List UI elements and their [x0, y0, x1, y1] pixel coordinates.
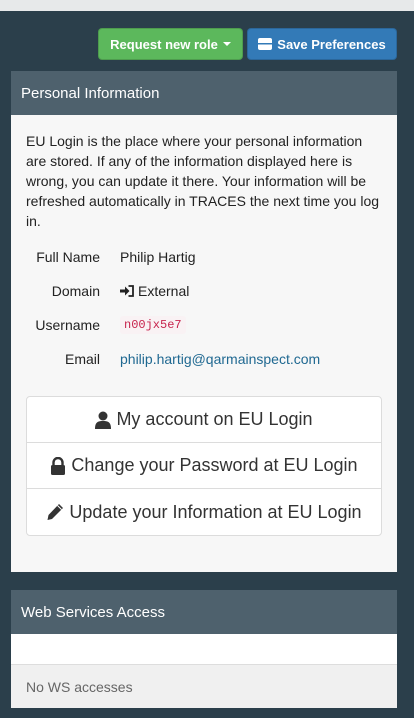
username-value: n00jx5e7: [120, 316, 186, 334]
update-information-label: Update your Information at EU Login: [69, 501, 362, 522]
personal-information-heading: Personal Information: [11, 71, 397, 115]
username-row: Username n00jx5e7: [11, 315, 186, 335]
full-name-value: Philip Hartig: [120, 249, 196, 265]
save-icon: [258, 38, 273, 50]
change-password-label: Change your Password at EU Login: [71, 455, 358, 475]
my-account-eu-login-link[interactable]: My account on EU Login: [27, 397, 381, 443]
full-name-label: Full Name: [36, 249, 100, 265]
email-row: Email philip.hartig@qarmainspect.com: [11, 349, 320, 369]
update-information-link[interactable]: Update your Information at EU Login: [27, 489, 381, 535]
my-account-label: My account on EU Login: [116, 409, 313, 429]
request-new-role-label: Request new role: [110, 36, 218, 52]
caret-down-icon: [222, 42, 231, 46]
personal-information-panel: Personal Information EU Login is the pla…: [11, 71, 397, 572]
top-strip: [0, 0, 414, 11]
pencil-icon: [47, 504, 64, 520]
change-password-link[interactable]: Change your Password at EU Login: [27, 443, 381, 489]
eu-login-actions: My account on EU Login Change your Passw…: [26, 396, 382, 536]
domain-text: External: [138, 283, 190, 299]
request-new-role-button[interactable]: Request new role: [98, 28, 243, 60]
web-services-access-panel: Web Services Access No WS accesses: [11, 590, 397, 708]
web-services-body: [11, 634, 397, 664]
user-icon: [95, 411, 112, 429]
no-ws-accesses-text: No WS accesses: [11, 664, 397, 708]
save-preferences-label: Save Preferences: [277, 36, 386, 52]
domain-row: Domain External: [11, 281, 190, 301]
username-value-wrap: n00jx5e7: [120, 316, 186, 334]
email-label: Email: [64, 351, 100, 367]
email-link[interactable]: philip.hartig@qarmainspect.com: [120, 351, 320, 367]
domain-label: Domain: [51, 283, 100, 299]
eu-login-intro-text: EU Login is the place where your persona…: [26, 133, 380, 229]
save-preferences-button[interactable]: Save Preferences: [247, 28, 397, 60]
sign-in-icon: [120, 285, 134, 297]
lock-icon: [51, 456, 66, 475]
domain-value: External: [120, 283, 189, 299]
toolbar: Request new role Save Preferences: [98, 28, 397, 60]
full-name-row: Full Name Philip Hartig: [11, 247, 195, 267]
web-services-access-heading: Web Services Access: [11, 590, 397, 634]
username-label: Username: [35, 317, 100, 333]
